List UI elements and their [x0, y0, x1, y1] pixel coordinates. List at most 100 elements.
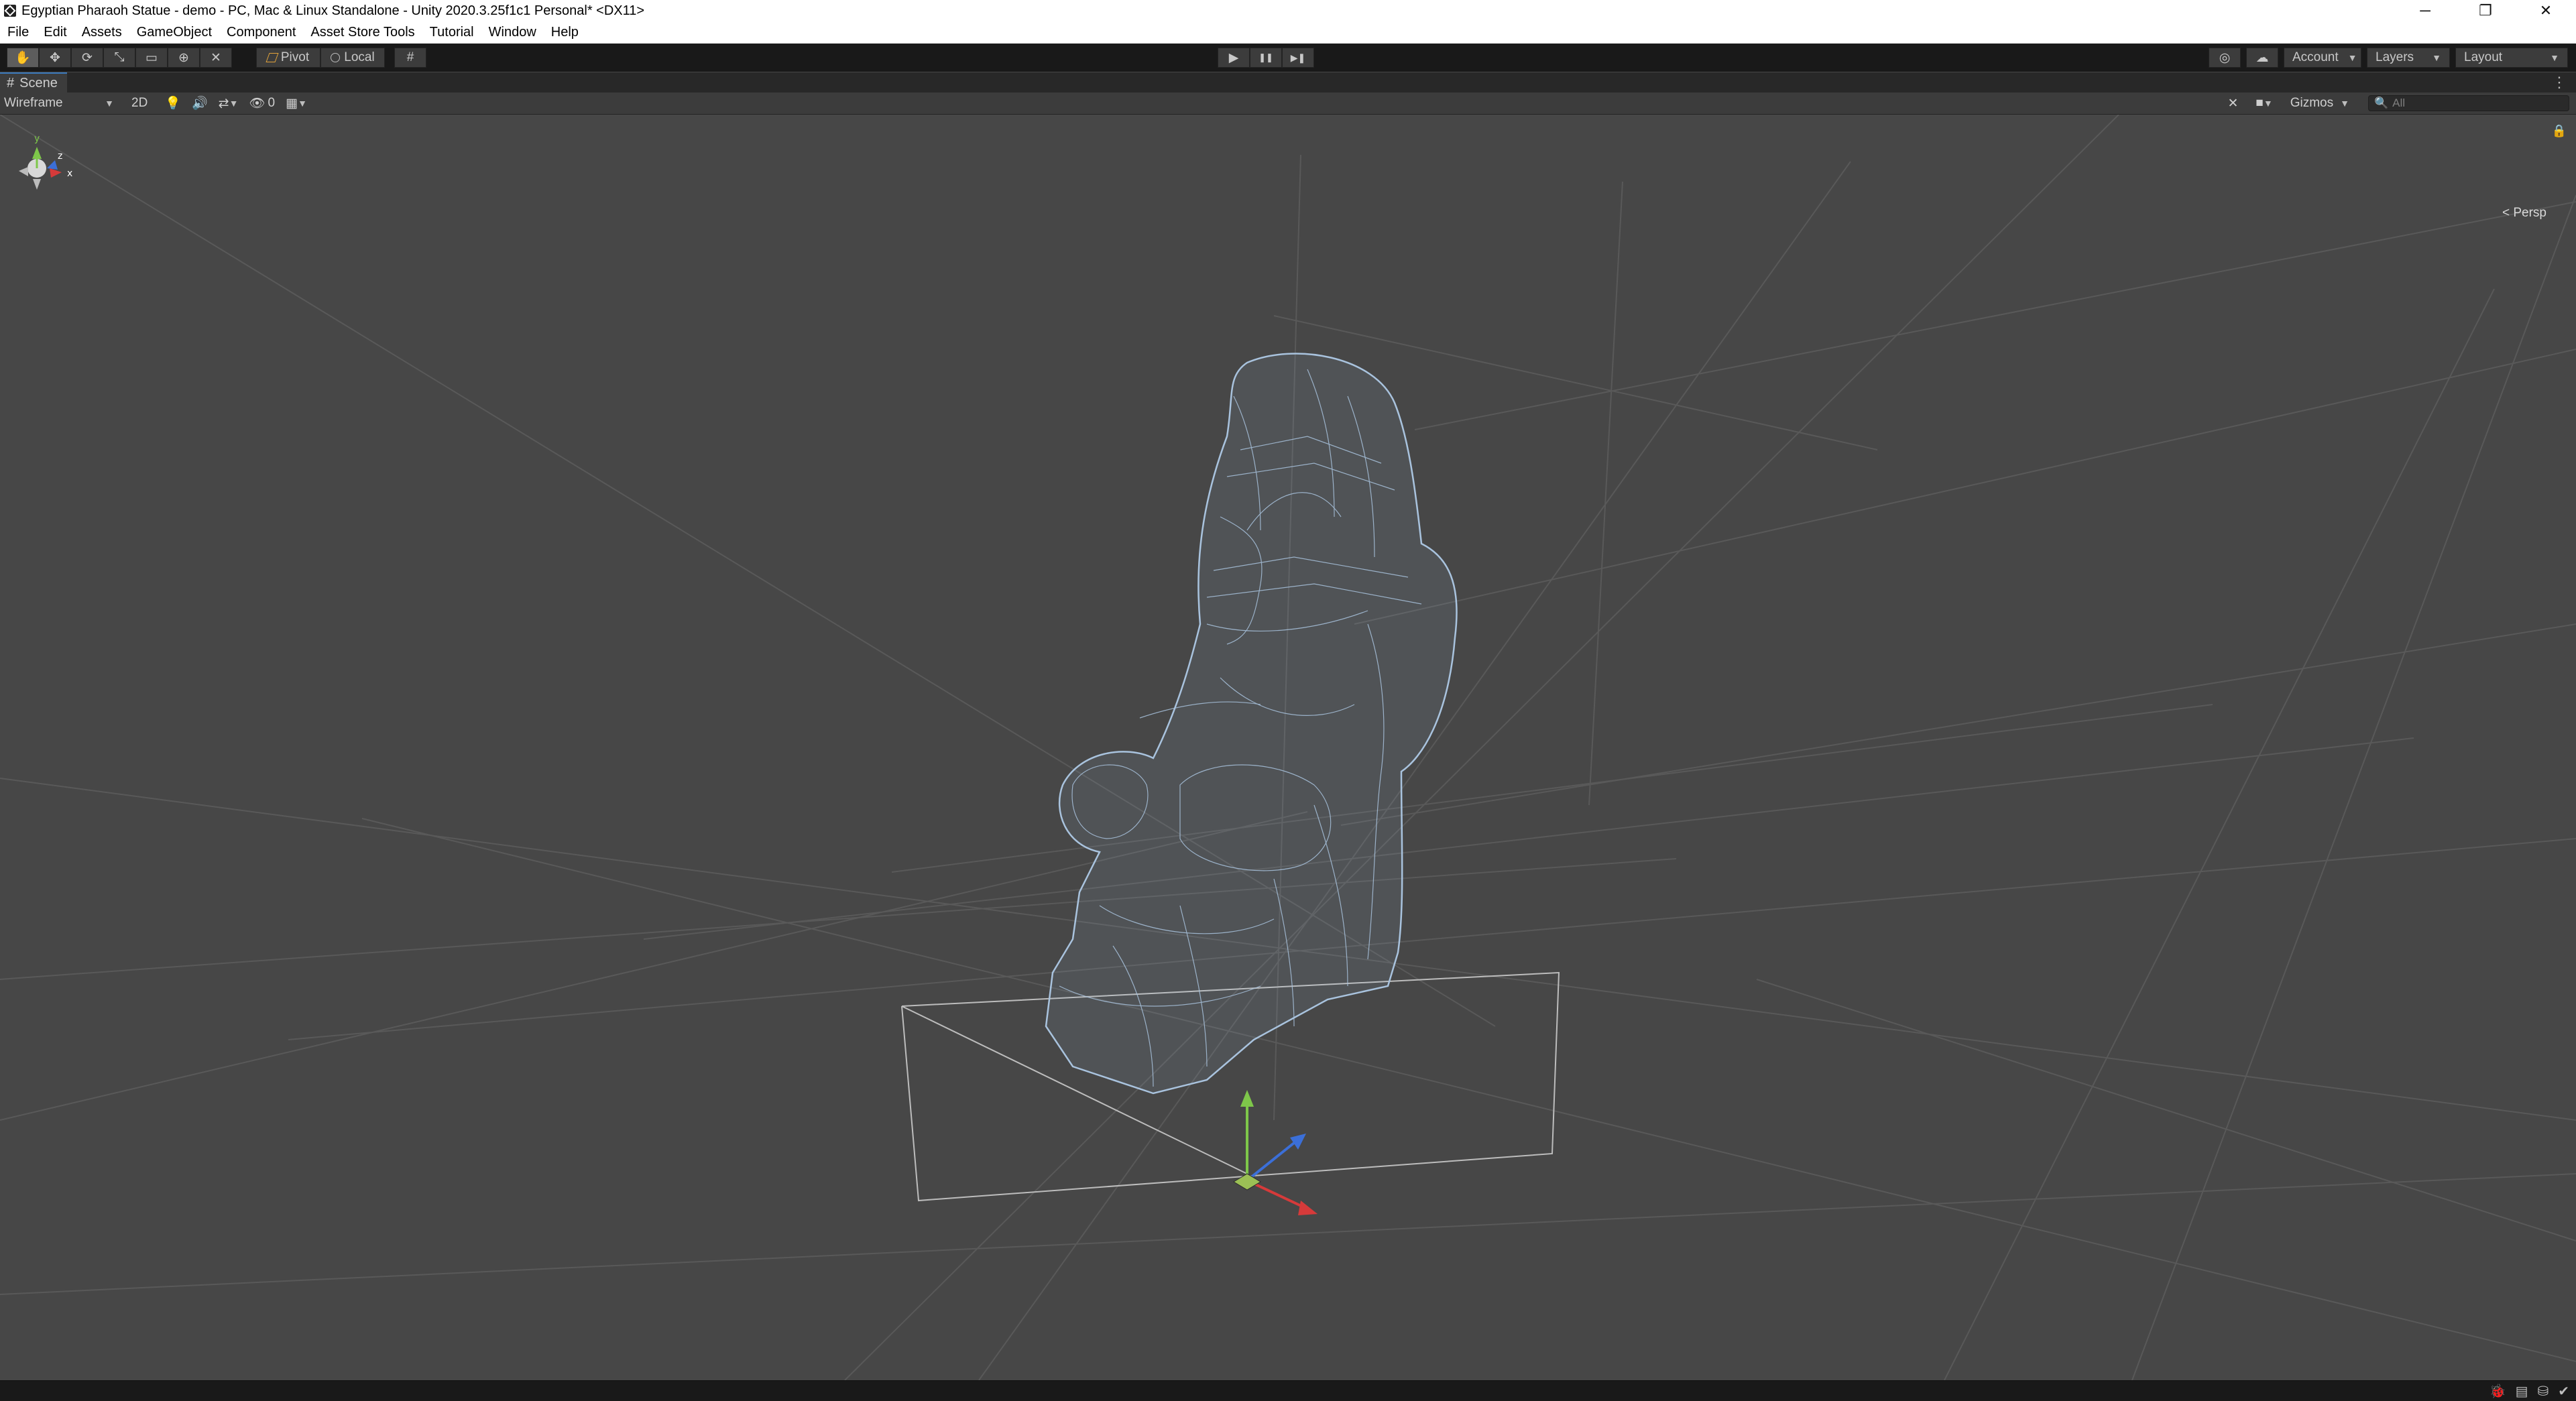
- rotate-tool-button[interactable]: ⟳: [71, 48, 103, 68]
- tools-icon: ✕: [2227, 96, 2239, 111]
- statue-wireframe: [1045, 353, 1458, 1095]
- tab-scene[interactable]: # Scene: [0, 72, 67, 93]
- menu-tutorial[interactable]: Tutorial: [422, 25, 481, 40]
- effects-dropdown[interactable]: ⇄ ▼: [213, 95, 244, 112]
- pause-button[interactable]: ❚❚: [1250, 48, 1282, 68]
- custom-tool-icon: ✕: [211, 50, 221, 65]
- layout-dropdown[interactable]: Layout ▼: [2455, 48, 2568, 68]
- main-toolbar: ✋ ✥ ⟳ ⤡ ▭ ⊕ ✕ Pivot Local # ▶ ❚❚ ▶❚ ◎ ☁ …: [0, 44, 2576, 72]
- pause-icon: ❚❚: [1258, 52, 1273, 62]
- rect-tool-button[interactable]: ▭: [135, 48, 168, 68]
- account-dropdown[interactable]: Account ▼: [2284, 48, 2361, 68]
- play-controls: ▶ ❚❚ ▶❚: [1218, 48, 1314, 68]
- services-icon: ◎: [2219, 50, 2231, 65]
- chevron-down-icon: ▼: [105, 98, 114, 109]
- rotate-icon: ⟳: [82, 50, 93, 65]
- window-title: Egyptian Pharaoh Statue - demo - PC, Mac…: [21, 3, 645, 18]
- scale-tool-button[interactable]: ⤡: [103, 48, 135, 68]
- scene-viewport[interactable]: 🔒 y z x < Persp: [0, 115, 2576, 1380]
- gizmo-x-axis[interactable]: [50, 168, 62, 178]
- projection-toggle[interactable]: < Persp: [2502, 206, 2546, 221]
- menu-assets[interactable]: Assets: [74, 25, 129, 40]
- close-button[interactable]: ✕: [2516, 0, 2576, 21]
- scene-search-input[interactable]: 🔍 All: [2368, 95, 2569, 111]
- step-button[interactable]: ▶❚: [1282, 48, 1314, 68]
- gizmo-neg-y[interactable]: [33, 179, 41, 190]
- pivot-icon: [266, 53, 279, 62]
- chevron-down-icon: ▼: [2347, 52, 2357, 63]
- scene-tab-label: Scene: [19, 75, 58, 90]
- account-label: Account: [2292, 50, 2339, 64]
- services-button[interactable]: ◎: [2209, 48, 2241, 68]
- layers-icon[interactable]: ▤: [2516, 1383, 2528, 1400]
- transform-tool-button[interactable]: ⊕: [168, 48, 200, 68]
- lighting-toggle[interactable]: 💡: [160, 95, 186, 112]
- bug-icon[interactable]: 🐞: [2490, 1383, 2506, 1400]
- scene-toolbar-right: ✕ ■ ▼ Gizmos ▼: [2222, 95, 2355, 112]
- gizmo-z-axis[interactable]: [47, 160, 58, 170]
- gizmo-x-label: x: [67, 168, 72, 179]
- chevron-left-icon: <: [2502, 206, 2514, 220]
- status-bar: 🐞 ▤ ⛁ ✔: [0, 1380, 2576, 1401]
- menu-help[interactable]: Help: [544, 25, 586, 40]
- chevron-down-icon: ▼: [229, 98, 239, 109]
- toolbar-right: ◎ ☁ Account ▼ Layers ▼ Layout ▼: [2209, 48, 2568, 68]
- 2d-toggle[interactable]: 2D: [126, 95, 153, 112]
- hidden-count: 0: [268, 96, 276, 110]
- gizmo-y-axis[interactable]: [32, 147, 42, 159]
- camera-dropdown[interactable]: ■ ▼: [2250, 95, 2278, 112]
- grid-dropdown[interactable]: ▦ ▼: [280, 95, 312, 112]
- menu-gameobject[interactable]: GameObject: [129, 25, 219, 40]
- menu-edit[interactable]: Edit: [36, 25, 74, 40]
- cloud-button[interactable]: ☁: [2246, 48, 2278, 68]
- gizmo-neg-x[interactable]: [19, 167, 28, 176]
- title-bar: Egyptian Pharaoh Statue - demo - PC, Mac…: [0, 0, 2576, 21]
- play-button[interactable]: ▶: [1218, 48, 1250, 68]
- menu-window[interactable]: Window: [481, 25, 544, 40]
- speaker-icon: 🔊: [191, 97, 208, 111]
- scene-canvas: [0, 115, 2576, 1380]
- search-icon: 🔍: [2374, 97, 2389, 109]
- lock-icon[interactable]: 🔒: [2552, 124, 2567, 138]
- check-icon[interactable]: ✔: [2558, 1383, 2569, 1400]
- local-toggle[interactable]: Local: [320, 48, 385, 68]
- layers-dropdown[interactable]: Layers ▼: [2367, 48, 2450, 68]
- menu-component[interactable]: Component: [219, 25, 303, 40]
- draw-mode-dropdown[interactable]: Wireframe ▼: [0, 95, 119, 112]
- layers-label: Layers: [2376, 50, 2414, 64]
- gizmos-dropdown[interactable]: Gizmos ▼: [2285, 95, 2355, 112]
- maximize-button[interactable]: ❐: [2455, 0, 2516, 21]
- scene-tab-bar: # Scene ⋮: [0, 72, 2576, 93]
- hand-icon: ✋: [15, 51, 31, 65]
- audio-toggle[interactable]: 🔊: [186, 95, 213, 112]
- minimize-button[interactable]: ─: [2395, 0, 2455, 21]
- move-tool-button[interactable]: ✥: [39, 48, 71, 68]
- cloud-icon: ☁: [2256, 50, 2269, 65]
- tools-button[interactable]: ✕: [2222, 95, 2243, 112]
- hidden-objects-toggle[interactable]: 👁 0: [243, 95, 280, 112]
- scene-view-toolbar: Wireframe ▼ 2D 💡 🔊 ⇄ ▼ 👁 0 ▦ ▼ ✕ ■ ▼ Gizmos ▼…: [0, 93, 2576, 115]
- step-icon: ▶❚: [1290, 52, 1306, 63]
- scene-tab-icon: #: [7, 75, 15, 90]
- cache-icon[interactable]: ⛁: [2537, 1383, 2549, 1400]
- tab-menu-icon[interactable]: ⋮: [2552, 74, 2567, 91]
- grid-snap-button[interactable]: #: [394, 48, 426, 68]
- projection-label: Persp: [2513, 206, 2546, 220]
- transform-tools: ✋ ✥ ⟳ ⤡ ▭ ⊕ ✕: [7, 48, 232, 68]
- pivot-label: Pivot: [280, 50, 310, 64]
- camera-icon: ■: [2256, 96, 2264, 110]
- pivot-toggle[interactable]: Pivot: [256, 48, 320, 68]
- draw-mode-value: Wireframe: [4, 96, 63, 110]
- hand-tool-button[interactable]: ✋: [7, 48, 39, 68]
- eye-hidden-icon: 👁: [249, 97, 266, 111]
- orientation-gizmo[interactable]: y z x: [0, 115, 80, 208]
- grid-snap-icon: #: [406, 50, 414, 64]
- custom-tool-button[interactable]: ✕: [200, 48, 232, 68]
- menu-file[interactable]: File: [0, 25, 36, 40]
- chevron-down-icon: ▼: [2263, 98, 2273, 109]
- chevron-down-icon: ▼: [2432, 52, 2441, 63]
- rect-icon: ▭: [145, 50, 158, 65]
- gizmo-y-label: y: [34, 133, 40, 144]
- menu-asset-store-tools[interactable]: Asset Store Tools: [303, 25, 422, 40]
- gizmo-z-label: z: [58, 151, 62, 162]
